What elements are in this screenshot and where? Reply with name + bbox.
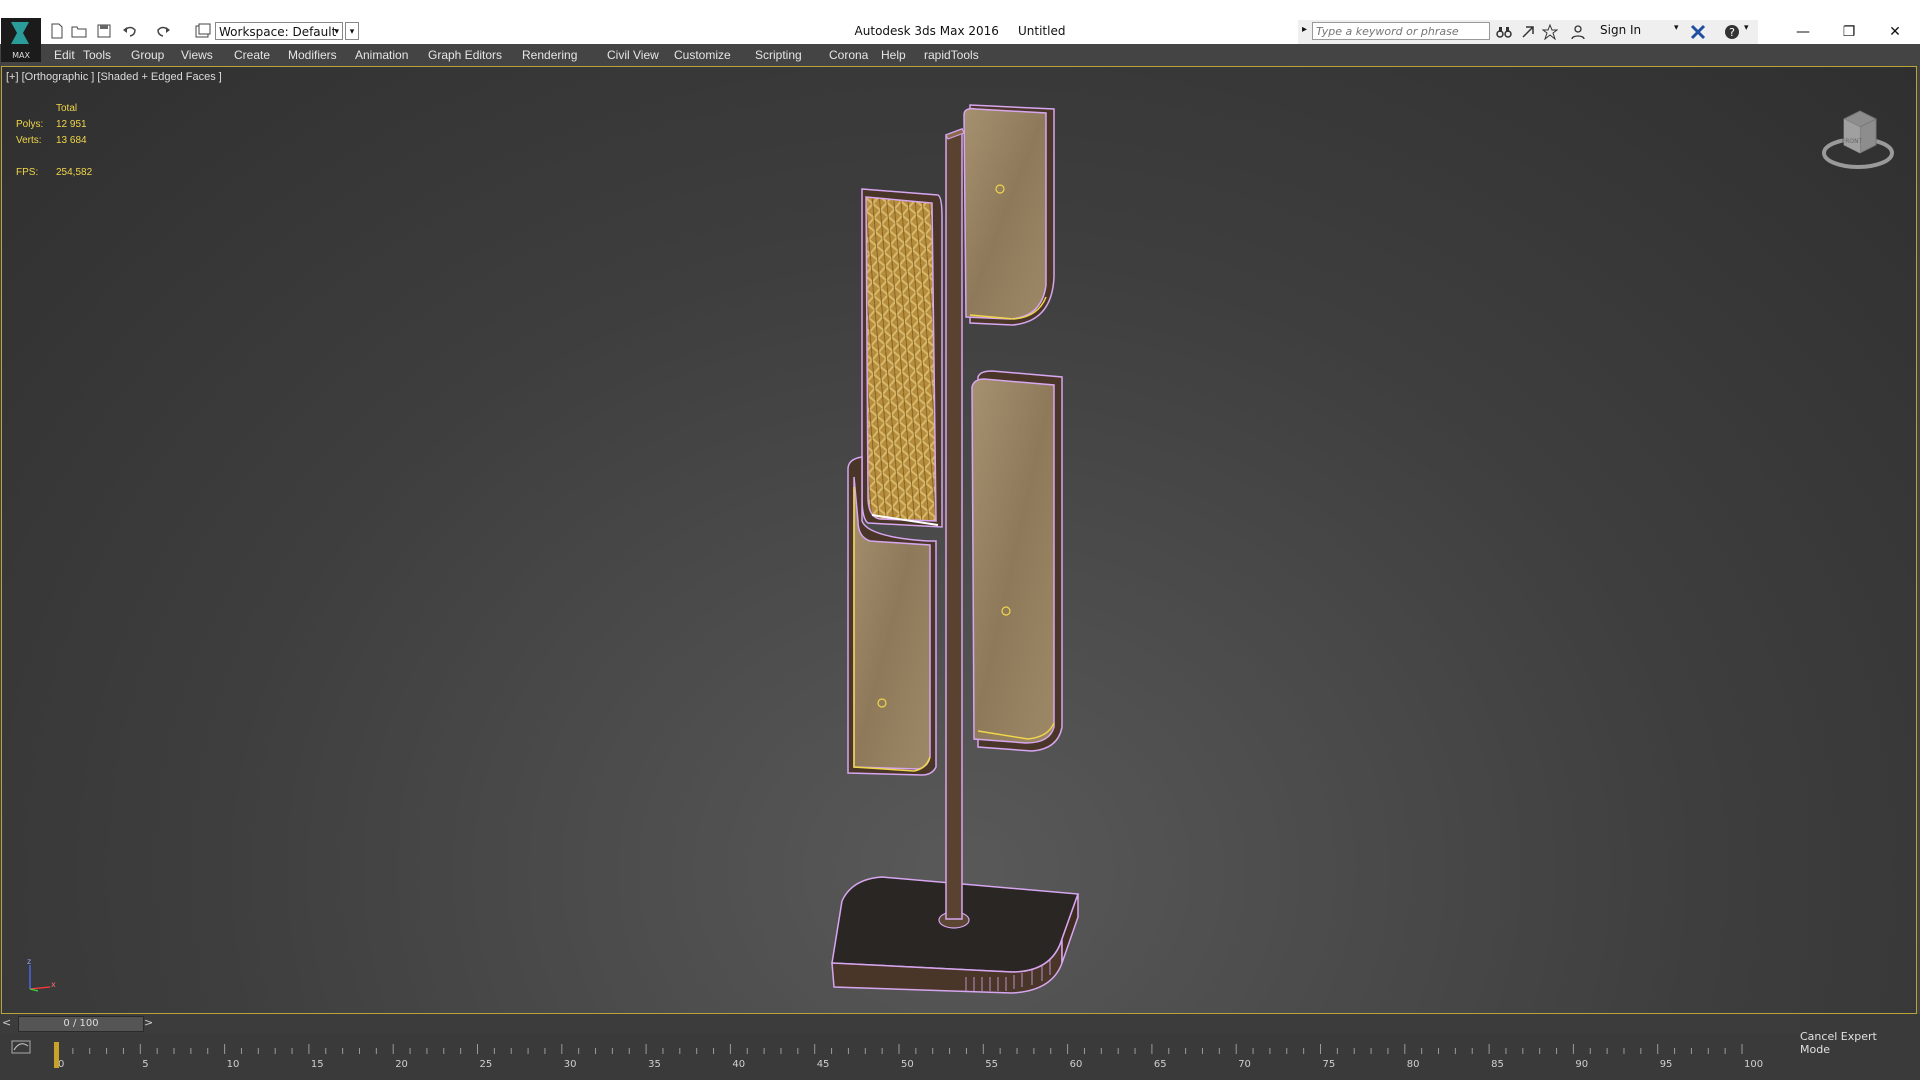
ruler-tick-label: 55 (985, 1059, 998, 1070)
svg-text:?: ? (1729, 26, 1735, 39)
panel-top-right[interactable] (963, 104, 1055, 326)
menu-civil-view[interactable]: Civil View (607, 44, 659, 66)
help-dropdown-icon[interactable]: ▾ (1744, 23, 1749, 33)
expand-icon[interactable]: ▸ (1302, 24, 1307, 35)
menu-rapidtools[interactable]: rapidTools (924, 44, 979, 66)
new-file-icon[interactable] (48, 22, 66, 40)
coat-rack-model[interactable] (2, 67, 1917, 1014)
ruler-tick-label: 95 (1660, 1059, 1673, 1070)
restore-button[interactable]: ❐ (1826, 20, 1872, 44)
previous-frame-button[interactable]: < (2, 1016, 16, 1029)
search-input[interactable] (1312, 22, 1490, 40)
ruler-tick-label: 45 (817, 1059, 830, 1070)
undo-icon[interactable] (120, 22, 138, 40)
cancel-expert-mode-button[interactable]: Cancel Expert Mode (1800, 1014, 1920, 1080)
cancel-expert-mode-label: Cancel Expert Mode (1800, 1030, 1877, 1056)
help-icon[interactable]: ? (1724, 24, 1740, 40)
user-icon[interactable] (1570, 24, 1586, 40)
save-icon[interactable] (95, 22, 113, 40)
viewcube-face-label: FRONT (1842, 138, 1863, 145)
logo-text: MAX (12, 51, 30, 60)
app-name: Autodesk 3ds Max 2016 (854, 24, 999, 38)
axis-x-label: x (51, 980, 56, 989)
ruler-tick-label: 85 (1491, 1059, 1504, 1070)
menu-animation[interactable]: Animation (355, 44, 408, 66)
menu-graph-editors[interactable]: Graph Editors (428, 44, 502, 66)
current-frame-marker[interactable] (54, 1042, 59, 1068)
ruler-tick-label: 35 (648, 1059, 661, 1070)
ruler-tick-label: 15 (311, 1059, 324, 1070)
axis-z-label: z (27, 957, 31, 966)
workspace-dropdown[interactable]: Workspace: Default ▾ (215, 22, 343, 40)
chevron-down-icon: ▾ (334, 27, 339, 37)
document-name: Untitled (1017, 24, 1066, 38)
ruler-tick-label: 10 (227, 1059, 240, 1070)
ruler-tick-label: 30 (564, 1059, 577, 1070)
redo-icon[interactable] (155, 22, 173, 40)
viewcube[interactable]: FRONT (1818, 97, 1898, 177)
menu-views[interactable]: Views (181, 44, 213, 66)
close-button[interactable]: ✕ (1872, 20, 1918, 44)
ruler-tick-label: 90 (1575, 1059, 1588, 1070)
model-pole[interactable] (945, 127, 965, 920)
favorites-star-icon[interactable] (1542, 24, 1558, 40)
ruler-tick-label: 100 (1744, 1059, 1763, 1070)
ruler-tick-label: 80 (1407, 1059, 1420, 1070)
menu-group[interactable]: Group (131, 44, 164, 66)
sign-in-button[interactable]: Sign In (1600, 23, 1641, 37)
open-file-icon[interactable] (70, 22, 88, 40)
panel-bottom-right[interactable] (971, 370, 1063, 752)
binoculars-icon[interactable] (1496, 24, 1512, 40)
ruler-tick-label: 65 (1154, 1059, 1167, 1070)
menu-help[interactable]: Help (881, 44, 906, 66)
ruler-tick-label: 70 (1238, 1059, 1251, 1070)
menu-rendering[interactable]: Rendering (522, 44, 577, 66)
minimize-button[interactable]: — (1780, 20, 1826, 44)
menu-create[interactable]: Create (234, 44, 270, 66)
menu-corona[interactable]: Corona (829, 44, 868, 66)
workspace-menu-button[interactable]: ▾ (345, 22, 359, 40)
menu-edit[interactable]: Edit (54, 44, 75, 66)
time-slider-bar: < 0 / 100 > (0, 1014, 1800, 1034)
ruler-tick-label: 5 (142, 1059, 148, 1070)
project-folder-icon[interactable] (194, 22, 212, 40)
application-button[interactable]: MAX (1, 18, 41, 62)
ruler-tick-label: 25 (480, 1059, 493, 1070)
time-slider[interactable]: 0 / 100 (18, 1016, 144, 1032)
track-bar[interactable]: 0 5 10 15 20 25 30 35 40 45 50 55 60 65 70 75 80 85 90 95 10… (0, 1034, 1920, 1080)
exchange-apps-icon[interactable] (1690, 24, 1706, 40)
menu-bar: Edit Tools Group Views Create Modifiers Animat… (42, 44, 1920, 66)
menu-tools[interactable]: Tools (83, 44, 111, 66)
window-controls: — ❐ ✕ (1780, 20, 1920, 44)
menu-scripting[interactable]: Scripting (755, 44, 802, 66)
next-frame-button[interactable]: > (144, 1016, 153, 1029)
viewport-orthographic[interactable]: [+] [Orthographic ] [Shaded + Edged Face… (1, 66, 1917, 1014)
max-logo-icon (11, 22, 29, 44)
signin-dropdown-icon[interactable]: ▾ (1674, 23, 1679, 33)
ruler-tick-label: 20 (395, 1059, 408, 1070)
ruler-tick-label: 50 (901, 1059, 914, 1070)
communication-center-icon[interactable] (1520, 24, 1536, 40)
panel-left-rattan[interactable] (861, 188, 943, 528)
ruler-tick-label: 75 (1323, 1059, 1336, 1070)
axis-tripod: z x (27, 957, 56, 992)
title-bar: Autodesk 3ds Max 2016 Untitled Workspace… (0, 0, 1920, 44)
workspace-label: Workspace: Default (219, 25, 337, 39)
ruler-tick-label: 40 (732, 1059, 745, 1070)
ruler-tick-label: 60 (1070, 1059, 1083, 1070)
infocenter: ▸ Sign In ▾ ? ▾ (1298, 20, 1758, 44)
timeline-ruler[interactable]: 0 5 10 15 20 25 30 35 40 45 50 55 60 65 70 75 80 85 90 95 10… (0, 1034, 1800, 1080)
menu-modifiers[interactable]: Modifiers (288, 44, 337, 66)
menu-customize[interactable]: Customize (674, 44, 731, 66)
